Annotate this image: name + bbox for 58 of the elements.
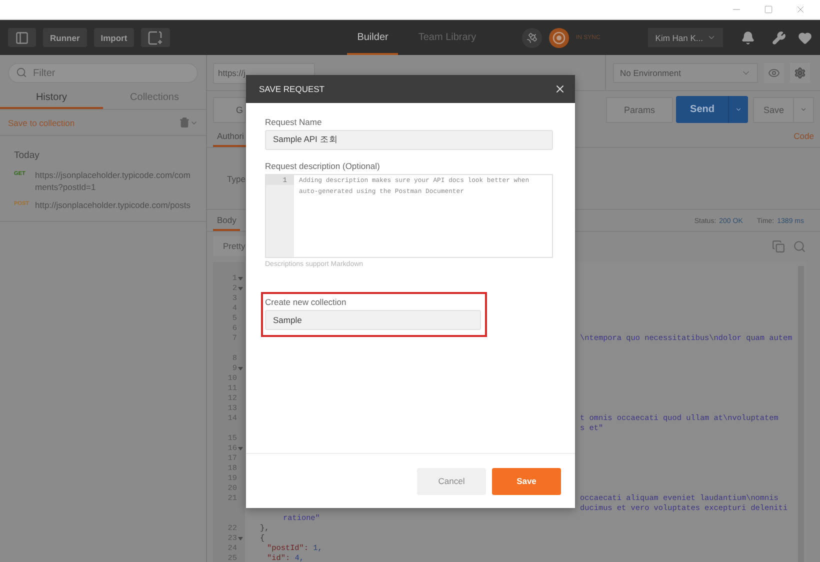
response-tab[interactable]: Body [213, 215, 240, 231]
bell-icon[interactable] [741, 30, 755, 44]
toolbar-button[interactable]: Runner [43, 28, 87, 47]
heart-icon[interactable] [798, 30, 812, 44]
fold-caret-icon[interactable] [238, 277, 243, 281]
search-icon[interactable] [793, 240, 806, 252]
save-button[interactable]: Save [753, 96, 794, 122]
toolbar-button[interactable]: Import [94, 28, 134, 47]
sync-icon[interactable] [548, 28, 569, 48]
eye-icon [768, 66, 780, 78]
close-icon[interactable] [795, 4, 806, 15]
trash-icon [179, 117, 190, 128]
fold-caret-icon[interactable] [238, 447, 243, 451]
save-to-collection-link[interactable]: Save to collection [8, 118, 75, 128]
trash-menu[interactable] [179, 117, 198, 128]
user-menu[interactable]: Kim Han K... [648, 28, 723, 47]
new-window-icon [148, 30, 164, 44]
send-caret-button[interactable] [728, 96, 748, 123]
satellite-icon [526, 32, 538, 44]
code-link[interactable]: Code [794, 131, 814, 147]
sidebar-icon [15, 30, 29, 44]
method-select[interactable]: G [213, 96, 246, 122]
new-tab-button[interactable] [141, 28, 170, 47]
builder-tab[interactable]: Team Library [408, 20, 486, 55]
filter-field[interactable]: Filter [8, 63, 198, 83]
fold-caret-icon[interactable] [238, 367, 243, 371]
save-button[interactable]: Save [492, 468, 561, 494]
history-url[interactable]: http://jsonplaceholder.typicode.com/posts [35, 199, 195, 211]
field-label: Create new collection [265, 297, 348, 307]
history-url[interactable]: https://jsonplaceholder.typicode.com/comments?postId=1 [35, 169, 195, 193]
request-name-field[interactable]: Sample API 조회 [265, 130, 553, 150]
view-mode-button[interactable]: Pretty [213, 236, 246, 256]
builder-tab[interactable]: Builder [347, 20, 398, 55]
send-button[interactable]: Send [676, 96, 728, 123]
dialog-title: SAVE REQUEST [259, 84, 324, 94]
maximize-icon[interactable] [764, 5, 773, 14]
close-icon [554, 83, 566, 95]
collection-name-field[interactable]: Sample [265, 310, 481, 330]
type-label: Type [227, 174, 246, 184]
field-label: Request Name [265, 117, 323, 127]
fold-caret-icon[interactable] [238, 287, 243, 291]
close-button[interactable] [554, 83, 566, 95]
gear-icon [794, 66, 806, 78]
params-button[interactable]: Params [606, 96, 674, 122]
search-icon [16, 67, 27, 78]
wrench-icon[interactable] [772, 30, 786, 44]
copy-icon[interactable] [772, 240, 785, 252]
settings-button[interactable] [790, 62, 810, 82]
group-title: Today [13, 149, 40, 163]
environment-select[interactable]: No Environment [613, 62, 758, 82]
chevron-down-icon [707, 33, 716, 42]
field-label: Request description (Optional) [265, 161, 381, 171]
sidebar-tab[interactable]: History [0, 87, 103, 109]
satellite-button[interactable] [522, 28, 542, 48]
sidebar-toggle-button[interactable] [8, 28, 36, 47]
cancel-button[interactable]: Cancel [417, 468, 486, 494]
fold-caret-icon[interactable] [238, 537, 243, 541]
eye-button[interactable] [764, 62, 784, 82]
